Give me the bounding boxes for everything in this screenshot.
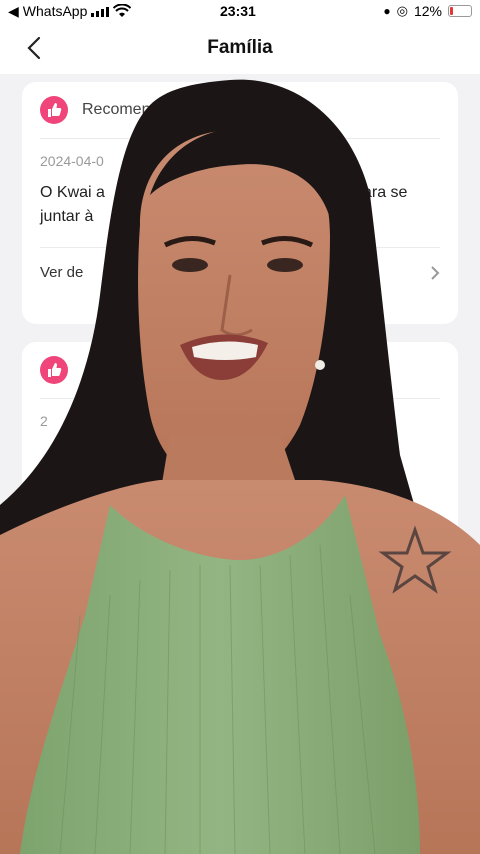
battery-icon [448, 5, 472, 17]
status-bar: ◀ WhatsApp 23:31 ● ◎ 12% [0, 0, 480, 22]
orientation-lock-icon: ◎ [396, 3, 408, 18]
battery-percent: 12% [413, 3, 442, 19]
back-to-app-label[interactable]: WhatsApp [23, 3, 88, 19]
earring [315, 360, 325, 370]
page-title: Família [207, 37, 273, 58]
video-overlay[interactable] [0, 75, 480, 854]
nav-bar: Família [0, 22, 480, 74]
status-left[interactable]: ◀ WhatsApp [0, 3, 132, 20]
back-to-app-icon[interactable]: ◀ [8, 3, 19, 20]
status-time: 23:31 [220, 3, 256, 19]
status-right: ● ◎ 12% [383, 3, 480, 19]
left-eye [172, 258, 208, 272]
right-eye [267, 258, 303, 272]
wifi-icon [113, 4, 132, 17]
back-button[interactable] [22, 34, 46, 62]
signal-icon [91, 5, 110, 17]
person-icon: ● [383, 4, 391, 18]
chevron-left-icon [27, 36, 41, 60]
